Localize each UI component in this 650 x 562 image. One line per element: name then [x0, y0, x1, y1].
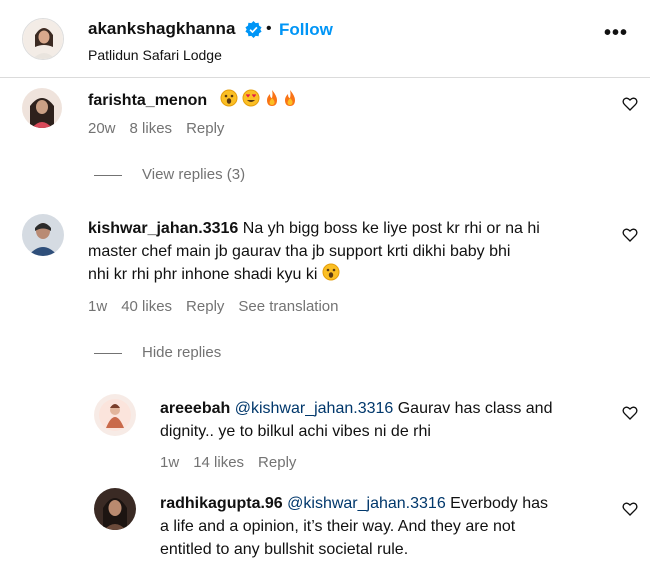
comment-username[interactable]: kishwar_jahan.3316 [88, 220, 238, 237]
fire-emoji-icon [284, 90, 295, 106]
like-heart-icon[interactable] [622, 227, 638, 243]
more-options-icon[interactable]: ••• [604, 23, 628, 43]
replier-avatar[interactable] [94, 394, 136, 436]
reply-text-line: a life and a opinion, it’s their way. An… [160, 518, 516, 535]
comment-text-line: master chef main jb gaurav tha jb suppor… [88, 243, 511, 260]
comment-meta: 20w 8 likes Reply [88, 120, 238, 137]
location-link[interactable]: Patlidun Safari Lodge [88, 47, 222, 63]
reply-body: areeebah @kishwar_jahan.3316 Gaurav has … [160, 397, 610, 443]
heart-eyes-emoji-icon [242, 89, 260, 107]
reply-button[interactable]: Reply [258, 454, 296, 471]
comment-time: 20w [88, 120, 116, 137]
follow-button[interactable]: Follow [279, 20, 333, 40]
reply-likes[interactable]: 14 likes [193, 454, 244, 471]
fire-emoji-icon [266, 90, 277, 106]
see-translation-button[interactable]: See translation [238, 298, 338, 315]
reply-username[interactable]: radhikagupta.96 [160, 495, 283, 512]
like-heart-icon[interactable] [622, 501, 638, 517]
like-heart-icon[interactable] [622, 405, 638, 421]
author-username[interactable]: akankshagkhanna [88, 19, 235, 39]
view-replies-label[interactable]: View replies (3) [142, 166, 245, 183]
comment-likes[interactable]: 40 likes [121, 298, 172, 315]
reply-text-line: entitled to any bullshit societal rule. [160, 541, 409, 558]
comment-text-line: Na yh bigg boss ke liye post kr rhi or n… [242, 220, 540, 237]
comment-likes[interactable]: 8 likes [130, 120, 173, 137]
reply-meta: 1w 14 likes Reply [160, 454, 310, 471]
shocked-face-emoji-icon [220, 89, 238, 107]
comment-body: kishwar_jahan.3316 Na yh bigg boss ke li… [88, 217, 608, 286]
comment-text-line: nhi kr rhi phr inhone shadi kyu ki [88, 266, 318, 283]
reply-button[interactable]: Reply [186, 298, 224, 315]
comment-username[interactable]: farishta_menon [88, 92, 207, 109]
replier-avatar[interactable] [94, 488, 136, 530]
comment-emojis [220, 89, 297, 109]
mention-link[interactable]: @kishwar_jahan.3316 [235, 400, 394, 417]
separator-dot: • [266, 20, 272, 37]
comment-meta: 1w 40 likes Reply See translation [88, 298, 352, 315]
commenter-avatar[interactable] [22, 88, 62, 128]
commenter-avatar[interactable] [22, 214, 64, 256]
post-header: akankshagkhanna • Follow Patlidun Safari… [0, 0, 650, 78]
reply-text-line: Gaurav has class and [393, 400, 553, 417]
reply-time: 1w [160, 454, 180, 471]
hide-replies-button[interactable]: Hide replies [94, 344, 221, 361]
like-heart-icon[interactable] [622, 96, 638, 112]
replies-divider [94, 174, 122, 176]
shocked-face-emoji-icon [322, 263, 340, 281]
author-avatar[interactable] [22, 18, 64, 60]
verified-badge-icon [245, 21, 262, 38]
comment-body: farishta_menon [88, 89, 297, 110]
reply-button[interactable]: Reply [186, 120, 224, 137]
reply-body: radhikagupta.96 @kishwar_jahan.3316 Ever… [160, 492, 610, 561]
reply-text-line: dignity.. ye to bilkul achi vibes ni de … [160, 423, 431, 440]
view-replies-button[interactable]: View replies (3) [94, 166, 245, 183]
reply-username[interactable]: areeebah [160, 400, 230, 417]
hide-replies-label[interactable]: Hide replies [142, 344, 221, 361]
replies-divider [94, 352, 122, 354]
comment-time: 1w [88, 298, 108, 315]
mention-link[interactable]: @kishwar_jahan.3316 [287, 495, 446, 512]
reply-text-line: Everbody has [445, 495, 548, 512]
